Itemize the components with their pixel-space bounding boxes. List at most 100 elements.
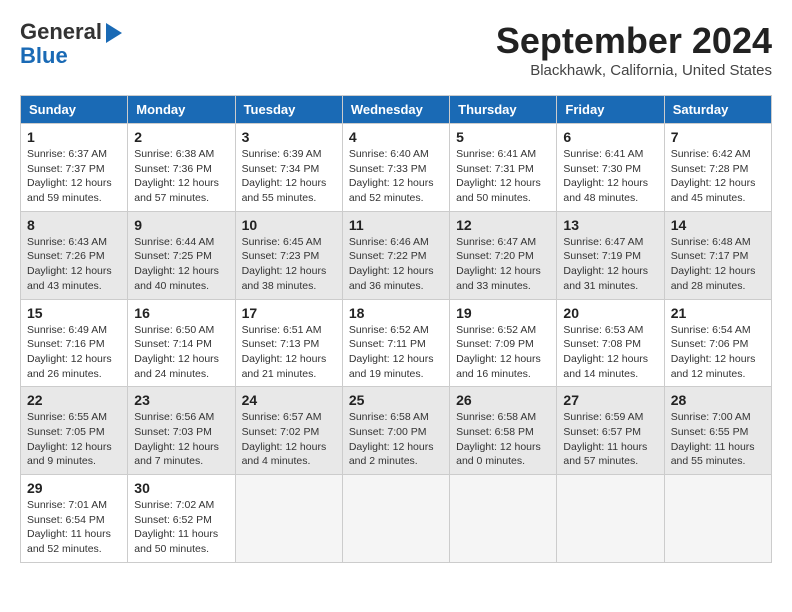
calendar-cell: 17 Sunrise: 6:51 AM Sunset: 7:13 PM Dayli… xyxy=(235,299,342,387)
day-info: Sunrise: 6:51 AM Sunset: 7:13 PM Dayligh… xyxy=(242,323,336,382)
day-info: Sunrise: 6:50 AM Sunset: 7:14 PM Dayligh… xyxy=(134,323,228,382)
day-number: 30 xyxy=(134,480,228,496)
day-info: Sunrise: 6:39 AM Sunset: 7:34 PM Dayligh… xyxy=(242,147,336,206)
calendar-cell: 6 Sunrise: 6:41 AM Sunset: 7:30 PM Daylig… xyxy=(557,124,664,212)
calendar-cell: 28Sunrise: 7:00 AM Sunset: 6:55 PM Dayli… xyxy=(664,387,771,475)
calendar-cell: 14 Sunrise: 6:48 AM Sunset: 7:17 PM Dayli… xyxy=(664,211,771,299)
calendar-cell: 2Sunrise: 6:38 AM Sunset: 7:36 PM Daylig… xyxy=(128,124,235,212)
week-row-1: 1 Sunrise: 6:37 AM Sunset: 7:37 PM Daylig… xyxy=(21,124,772,212)
title-area: September 2024 Blackhawk, California, Un… xyxy=(496,20,772,79)
day-info: Sunrise: 7:00 AM Sunset: 6:55 PM Dayligh… xyxy=(671,410,765,469)
day-number: 22 xyxy=(27,392,121,408)
calendar-cell: 15 Sunrise: 6:49 AM Sunset: 7:16 PM Dayli… xyxy=(21,299,128,387)
calendar-cell: 9Sunrise: 6:44 AM Sunset: 7:25 PM Daylig… xyxy=(128,211,235,299)
calendar-cell: 3 Sunrise: 6:39 AM Sunset: 7:34 PM Daylig… xyxy=(235,124,342,212)
day-info: Sunrise: 6:59 AM Sunset: 6:57 PM Dayligh… xyxy=(563,410,657,469)
day-number: 10 xyxy=(242,217,336,233)
calendar-cell: 8 Sunrise: 6:43 AM Sunset: 7:26 PM Daylig… xyxy=(21,211,128,299)
day-number: 14 xyxy=(671,217,765,233)
day-info: Sunrise: 6:58 AM Sunset: 6:58 PM Dayligh… xyxy=(456,410,550,469)
day-info: Sunrise: 6:54 AM Sunset: 7:06 PM Dayligh… xyxy=(671,323,765,382)
day-number: 17 xyxy=(242,305,336,321)
calendar-cell: 19 Sunrise: 6:52 AM Sunset: 7:09 PM Dayli… xyxy=(450,299,557,387)
day-number: 15 xyxy=(27,305,121,321)
day-number: 23 xyxy=(134,392,228,408)
logo: General Blue xyxy=(20,20,122,68)
logo-text: General xyxy=(20,20,122,44)
day-info: Sunrise: 6:40 AM Sunset: 7:33 PM Dayligh… xyxy=(349,147,443,206)
day-info: Sunrise: 6:45 AM Sunset: 7:23 PM Dayligh… xyxy=(242,235,336,294)
day-info: Sunrise: 6:46 AM Sunset: 7:22 PM Dayligh… xyxy=(349,235,443,294)
weekday-header-row: SundayMondayTuesdayWednesdayThursdayFrid… xyxy=(21,96,772,124)
calendar-cell: 13Sunrise: 6:47 AM Sunset: 7:19 PM Dayli… xyxy=(557,211,664,299)
calendar-cell: 30 Sunrise: 7:02 AM Sunset: 6:52 PM Dayli… xyxy=(128,475,235,563)
day-number: 3 xyxy=(242,129,336,145)
day-info: Sunrise: 6:53 AM Sunset: 7:08 PM Dayligh… xyxy=(563,323,657,382)
day-info: Sunrise: 6:42 AM Sunset: 7:28 PM Dayligh… xyxy=(671,147,765,206)
day-info: Sunrise: 6:57 AM Sunset: 7:02 PM Dayligh… xyxy=(242,410,336,469)
day-number: 9 xyxy=(134,217,228,233)
day-info: Sunrise: 6:37 AM Sunset: 7:37 PM Dayligh… xyxy=(27,147,121,206)
day-info: Sunrise: 6:43 AM Sunset: 7:26 PM Dayligh… xyxy=(27,235,121,294)
day-number: 29 xyxy=(27,480,121,496)
calendar-table: SundayMondayTuesdayWednesdayThursdayFrid… xyxy=(20,95,772,563)
logo-blue: Blue xyxy=(20,43,68,68)
calendar-cell: 18 Sunrise: 6:52 AM Sunset: 7:11 PM Dayli… xyxy=(342,299,449,387)
weekday-header-wednesday: Wednesday xyxy=(342,96,449,124)
calendar-cell: 10 Sunrise: 6:45 AM Sunset: 7:23 PM Dayli… xyxy=(235,211,342,299)
day-number: 18 xyxy=(349,305,443,321)
calendar-cell: 5 Sunrise: 6:41 AM Sunset: 7:31 PM Daylig… xyxy=(450,124,557,212)
calendar-cell: 22 Sunrise: 6:55 AM Sunset: 7:05 PM Dayli… xyxy=(21,387,128,475)
day-info: Sunrise: 6:56 AM Sunset: 7:03 PM Dayligh… xyxy=(134,410,228,469)
calendar-cell xyxy=(664,475,771,563)
day-number: 8 xyxy=(27,217,121,233)
day-number: 21 xyxy=(671,305,765,321)
day-number: 11 xyxy=(349,217,443,233)
month-title: September 2024 xyxy=(496,20,772,62)
day-info: Sunrise: 6:52 AM Sunset: 7:09 PM Dayligh… xyxy=(456,323,550,382)
week-row-2: 8 Sunrise: 6:43 AM Sunset: 7:26 PM Daylig… xyxy=(21,211,772,299)
day-number: 24 xyxy=(242,392,336,408)
calendar-cell: 11 Sunrise: 6:46 AM Sunset: 7:22 PM Dayli… xyxy=(342,211,449,299)
day-number: 19 xyxy=(456,305,550,321)
day-number: 7 xyxy=(671,129,765,145)
day-number: 1 xyxy=(27,129,121,145)
day-info: Sunrise: 6:55 AM Sunset: 7:05 PM Dayligh… xyxy=(27,410,121,469)
day-number: 26 xyxy=(456,392,550,408)
day-number: 12 xyxy=(456,217,550,233)
day-info: Sunrise: 6:49 AM Sunset: 7:16 PM Dayligh… xyxy=(27,323,121,382)
day-number: 25 xyxy=(349,392,443,408)
calendar-cell xyxy=(235,475,342,563)
calendar-cell: 16 Sunrise: 6:50 AM Sunset: 7:14 PM Dayli… xyxy=(128,299,235,387)
calendar-cell: 21 Sunrise: 6:54 AM Sunset: 7:06 PM Dayli… xyxy=(664,299,771,387)
calendar-cell: 24 Sunrise: 6:57 AM Sunset: 7:02 PM Dayli… xyxy=(235,387,342,475)
calendar-cell: 7 Sunrise: 6:42 AM Sunset: 7:28 PM Daylig… xyxy=(664,124,771,212)
day-info: Sunrise: 6:58 AM Sunset: 7:00 PM Dayligh… xyxy=(349,410,443,469)
weekday-header-sunday: Sunday xyxy=(21,96,128,124)
calendar-cell: 25 Sunrise: 6:58 AM Sunset: 7:00 PM Dayli… xyxy=(342,387,449,475)
day-number: 27 xyxy=(563,392,657,408)
day-info: Sunrise: 6:41 AM Sunset: 7:31 PM Dayligh… xyxy=(456,147,550,206)
day-info: Sunrise: 7:02 AM Sunset: 6:52 PM Dayligh… xyxy=(134,498,228,557)
calendar-cell: 23 Sunrise: 6:56 AM Sunset: 7:03 PM Dayli… xyxy=(128,387,235,475)
calendar-cell: 4 Sunrise: 6:40 AM Sunset: 7:33 PM Daylig… xyxy=(342,124,449,212)
weekday-header-thursday: Thursday xyxy=(450,96,557,124)
day-info: Sunrise: 6:41 AM Sunset: 7:30 PM Dayligh… xyxy=(563,147,657,206)
day-info: Sunrise: 6:38 AM Sunset: 7:36 PM Dayligh… xyxy=(134,147,228,206)
day-number: 13 xyxy=(563,217,657,233)
weekday-header-friday: Friday xyxy=(557,96,664,124)
day-info: Sunrise: 6:48 AM Sunset: 7:17 PM Dayligh… xyxy=(671,235,765,294)
weekday-header-tuesday: Tuesday xyxy=(235,96,342,124)
calendar-cell: 1 Sunrise: 6:37 AM Sunset: 7:37 PM Daylig… xyxy=(21,124,128,212)
calendar-cell xyxy=(450,475,557,563)
header: General Blue September 2024 Blackhawk, C… xyxy=(20,20,772,79)
weekday-header-saturday: Saturday xyxy=(664,96,771,124)
day-info: Sunrise: 6:52 AM Sunset: 7:11 PM Dayligh… xyxy=(349,323,443,382)
day-number: 6 xyxy=(563,129,657,145)
day-number: 4 xyxy=(349,129,443,145)
location-title: Blackhawk, California, United States xyxy=(496,62,772,79)
calendar-cell: 20Sunrise: 6:53 AM Sunset: 7:08 PM Dayli… xyxy=(557,299,664,387)
calendar-cell: 12Sunrise: 6:47 AM Sunset: 7:20 PM Dayli… xyxy=(450,211,557,299)
day-number: 16 xyxy=(134,305,228,321)
day-number: 5 xyxy=(456,129,550,145)
